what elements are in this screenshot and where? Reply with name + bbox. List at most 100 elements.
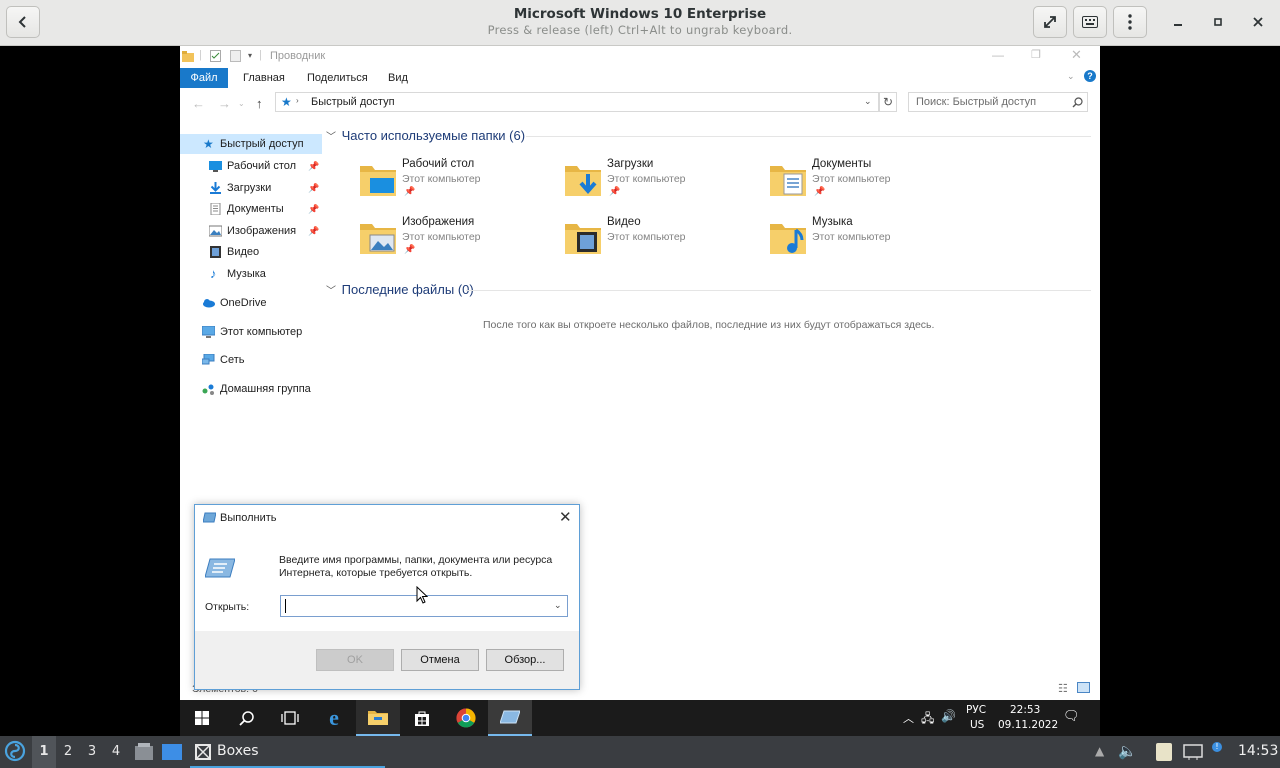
new-folder-icon[interactable] [230,50,241,62]
explorer-close-icon[interactable]: ✕ [1071,47,1082,63]
sidebar-item-label: Быстрый доступ [220,138,304,150]
folder-documents[interactable]: Документы Этот компьютер 📌 [770,158,970,208]
address-dropdown-icon[interactable]: ⌄ [864,96,872,107]
taskbar-chrome[interactable] [444,700,488,736]
vm-display[interactable]: | ▾ | Проводник — ❐ ✕ Файл Главная Подел… [180,46,1100,736]
taskbar-run[interactable] [488,700,532,736]
sidebar-item-homegroup[interactable]: Домашняя группа [180,379,322,399]
workspace-2[interactable]: 2 [56,736,80,768]
volume-icon[interactable]: 🔈 [1118,742,1137,760]
search-input[interactable]: Поиск: Быстрый доступ [908,92,1088,112]
workspace-4[interactable]: 4 [104,736,128,768]
sidebar-item-downloads[interactable]: Загрузки 📌 [180,178,322,198]
refresh-button[interactable]: ↻ [879,92,897,112]
sidebar-item-label: Музыка [227,268,266,280]
tray-date[interactable]: 09.11.2022 [998,719,1058,731]
browse-button[interactable]: Обзор... [486,649,564,671]
ok-button[interactable]: OK [316,649,394,671]
task-boxes[interactable]: Boxes [190,736,385,768]
recent-files-header[interactable]: ﹀ Последние файлы (0) [326,280,474,300]
show-desktop-icon[interactable] [162,743,182,761]
taskbar-search-button[interactable] [224,700,268,736]
video-icon [210,246,221,258]
back-nav-icon[interactable]: ← [192,96,205,111]
task-view-button[interactable] [268,700,312,736]
clipboard-icon[interactable] [1156,743,1172,761]
sidebar-item-music[interactable]: ♪ Музыка [180,264,322,284]
ribbon-expand-icon[interactable]: ⌄ [1067,71,1075,82]
explorer-restore-icon[interactable]: ❐ [1031,48,1041,61]
network-status-icon[interactable] [1183,744,1203,760]
sidebar-item-video[interactable]: Видео [180,242,322,262]
section-title: Последние файлы (0) [341,282,474,297]
taskbar-edge[interactable]: e [312,700,356,736]
properties-icon[interactable] [210,50,221,62]
tab-share[interactable]: Поделиться [307,68,368,88]
keyboard-button[interactable] [1073,6,1107,38]
sidebar-item-onedrive[interactable]: OneDrive [180,293,322,313]
update-badge-icon[interactable]: ! [1212,742,1222,752]
menu-button[interactable] [1113,6,1147,38]
tray-overflow-icon[interactable]: ︿ [903,710,914,726]
folder-location: Этот компьютер [607,231,686,243]
folder-video[interactable]: Видео Этот компьютер [565,216,765,266]
run-close-icon[interactable]: ✕ [559,508,572,526]
star-icon: ★ [203,137,214,151]
tray-network-icon[interactable]: 🖧 [921,709,934,730]
sidebar-item-quick-access[interactable]: ★ Быстрый доступ [180,134,322,154]
qat-dropdown-icon[interactable]: ▾ [248,51,252,60]
minimize-button[interactable] [1168,12,1188,32]
folder-desktop[interactable]: Рабочий стол Этот компьютер 📌 [360,158,560,208]
cancel-button[interactable]: Отмена [401,649,479,671]
sidebar-item-this-pc[interactable]: Этот компьютер [180,322,322,342]
taskbar-explorer[interactable] [356,700,400,736]
forward-nav-icon[interactable]: → [218,96,231,111]
folder-name: Рабочий стол [402,158,475,170]
files-launcher-icon[interactable] [134,743,154,761]
combobox-dropdown-icon[interactable]: ⌄ [554,600,562,611]
input-language[interactable]: РУС [966,704,986,716]
workspace-1[interactable]: 1 [32,736,56,768]
address-bar[interactable]: ★ › Быстрый доступ ⌄ [275,92,879,112]
taskbar-store[interactable] [400,700,444,736]
tab-file[interactable]: Файл [180,68,228,88]
panel-scroll-icon[interactable]: ▲ [1095,744,1104,758]
large-icons-view-icon[interactable] [1077,682,1090,693]
network-icon [202,354,215,365]
keyboard-layout[interactable]: US [970,719,984,731]
address-text[interactable]: Быстрый доступ [311,96,395,108]
folder-downloads[interactable]: Загрузки Этот компьютер 📌 [565,158,765,208]
recent-locations-icon[interactable]: ⌄ [238,99,245,108]
pictures-icon [209,225,222,237]
action-center-icon[interactable]: 🗨 [1063,709,1080,724]
folder-music[interactable]: Музыка Этот компьютер [770,216,970,266]
sidebar-item-desktop[interactable]: Рабочий стол 📌 [180,156,322,176]
frequent-folders-header[interactable]: ﹀ Часто используемые папки (6) [326,126,525,146]
help-icon[interactable]: ? [1084,70,1096,82]
workspace-3[interactable]: 3 [80,736,104,768]
folder-location: Этот компьютер [812,173,891,185]
panel-clock[interactable]: 14:53 [1238,743,1278,759]
tray-time[interactable]: 22:53 [1010,704,1040,716]
breadcrumb-chevron-icon[interactable]: › [296,96,299,105]
tab-view[interactable]: Вид [388,68,408,88]
fullscreen-button[interactable] [1033,6,1067,38]
up-nav-icon[interactable]: ↑ [256,96,263,111]
sidebar-item-pictures[interactable]: Изображения 📌 [180,221,322,241]
maximize-button[interactable] [1208,12,1228,32]
section-divider [526,136,1091,137]
sidebar-item-network[interactable]: Сеть [180,350,322,370]
close-window-button[interactable] [1248,12,1268,32]
sidebar-item-documents[interactable]: Документы 📌 [180,199,322,219]
app-menu-button[interactable] [4,740,28,764]
tab-home[interactable]: Главная [243,68,285,88]
details-view-icon[interactable]: ☷ [1058,682,1068,695]
tray-volume-icon[interactable]: 🔊 [941,709,956,723]
folder-pictures[interactable]: Изображения Этот компьютер 📌 [360,216,560,266]
sidebar-item-label: Рабочий стол [227,160,297,172]
run-large-icon [205,558,235,578]
task-label: Boxes [217,743,259,759]
start-button[interactable] [180,700,224,736]
explorer-minimize-icon[interactable]: — [992,48,1004,62]
explorer-window-title: Проводник [270,50,326,62]
